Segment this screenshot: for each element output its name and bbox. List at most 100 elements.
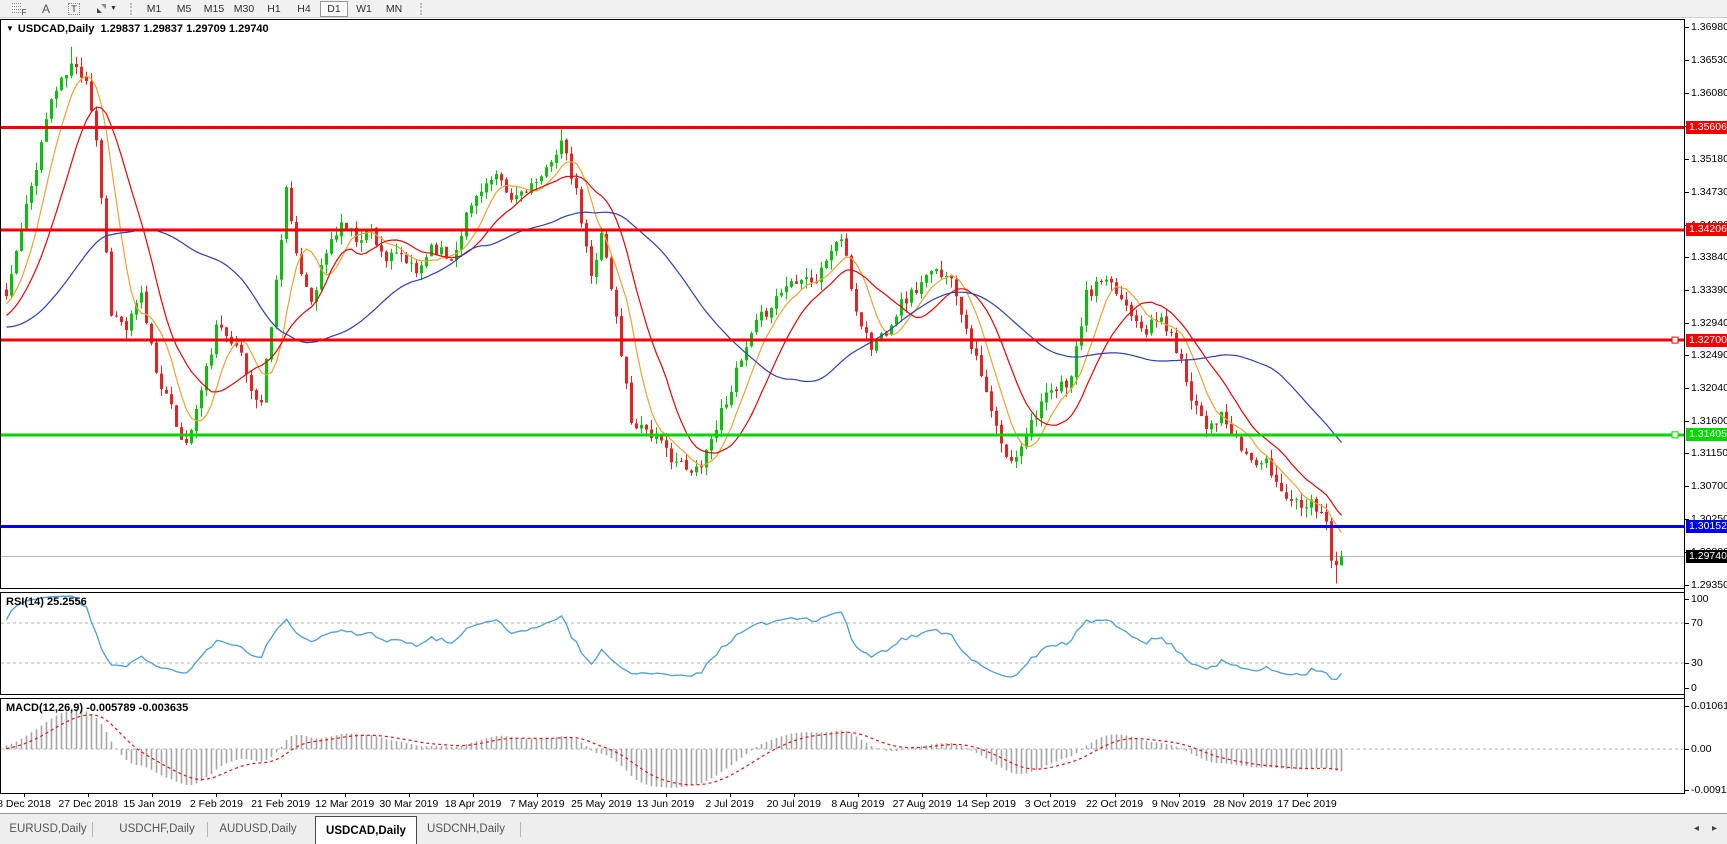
date-tick-mark: [1115, 794, 1116, 797]
timeframe-button-mn[interactable]: MN: [380, 1, 408, 17]
price-tick-mark: [1685, 159, 1689, 160]
tab-separator: [92, 822, 93, 837]
date-tick-mark: [345, 794, 346, 797]
macd-panel[interactable]: MACD(12,26,9) -0.005789 -0.003635: [0, 698, 1685, 794]
price-tick-label: 1.36530: [1691, 54, 1727, 66]
level-price-label: 1.31405: [1686, 428, 1727, 441]
date-tick-mark: [24, 794, 25, 797]
price-tick-label: 1.35180: [1691, 153, 1727, 165]
tabs-scroll-left-icon[interactable]: ◂: [1694, 823, 1699, 834]
toolbar-separator: [420, 3, 424, 15]
price-tick-mark: [1685, 290, 1689, 291]
chart-symbol: USDCAD,Daily: [18, 23, 94, 35]
price-tick-mark: [1685, 388, 1689, 389]
timeframe-button-m1[interactable]: M1: [140, 1, 168, 17]
timeframe-button-w1[interactable]: W1: [350, 1, 378, 17]
price-axis[interactable]: 1.369801.365301.360801.356301.351801.347…: [1684, 19, 1727, 794]
timeframe-button-m5[interactable]: M5: [170, 1, 198, 17]
timeframe-button-m15[interactable]: M15: [200, 1, 228, 17]
price-tick-mark: [1685, 585, 1689, 586]
price-tick-mark: [1685, 192, 1689, 193]
date-tick-mark: [730, 794, 731, 797]
arrow-objects-tool-icon[interactable]: ▼: [92, 2, 120, 16]
cursor-f-tool-icon[interactable]: F: [8, 2, 28, 16]
date-label: 8 Aug 2019: [831, 798, 884, 810]
dotted-lines-icon: F: [12, 3, 25, 14]
price-tick-mark: [1685, 93, 1689, 94]
rsi-tick-mark: [1685, 688, 1689, 689]
candlestick-canvas[interactable]: [1, 20, 1685, 588]
rsi-tick-mark: [1685, 663, 1689, 664]
price-tick-label: 1.32940: [1691, 317, 1727, 329]
macd-tick-mark: [1685, 706, 1689, 707]
chart-title: ▼USDCAD,Daily 1.29837 1.29837 1.29709 1.…: [6, 23, 269, 35]
text-label-tool-icon[interactable]: T: [64, 2, 84, 16]
tab-separator: [520, 822, 521, 837]
date-label: 25 May 2019: [571, 798, 632, 810]
rsi-tick-label: 70: [1691, 617, 1703, 629]
timeframe-button-m30[interactable]: M30: [230, 1, 258, 17]
price-tick-label: 1.30700: [1691, 480, 1727, 492]
date-tick-mark: [666, 794, 667, 797]
price-tick-label: 1.31600: [1691, 415, 1727, 427]
date-label: 17 Dec 2019: [1277, 798, 1337, 810]
date-label: 8 Dec 2018: [0, 798, 51, 810]
rsi-panel[interactable]: RSI(14) 25.2556: [0, 592, 1685, 695]
date-tick-mark: [1307, 794, 1308, 797]
date-tick-mark: [473, 794, 474, 797]
tab-separator: [207, 822, 208, 837]
price-tick-label: 1.36080: [1691, 87, 1727, 99]
level-price-label: 1.32700: [1686, 334, 1727, 347]
tab-usdcad[interactable]: USDCAD,Daily: [315, 816, 417, 844]
price-tick-mark: [1685, 257, 1689, 258]
date-label: 14 Sep 2019: [956, 798, 1016, 810]
timeframe-button-h4[interactable]: H4: [290, 1, 318, 17]
timeframe-buttons: M1M5M15M30H1H4D1W1MN: [140, 1, 410, 17]
date-label: 28 Nov 2019: [1213, 798, 1273, 810]
date-label: 27 Dec 2018: [58, 798, 118, 810]
price-tick-mark: [1685, 60, 1689, 61]
rsi-canvas[interactable]: [1, 593, 1685, 694]
price-tick-label: 1.32040: [1691, 382, 1727, 394]
date-label: 18 Apr 2019: [445, 798, 502, 810]
date-tick-mark: [1179, 794, 1180, 797]
date-tick-mark: [794, 794, 795, 797]
price-tick-label: 1.33840: [1691, 251, 1727, 263]
rsi-tick-mark: [1685, 599, 1689, 600]
tab-usdchf[interactable]: USDCHF,Daily: [119, 814, 194, 844]
price-tick-label: 1.34730: [1691, 186, 1727, 198]
date-tick-mark: [858, 794, 859, 797]
chevron-down-icon: ▼: [110, 5, 117, 12]
time-axis[interactable]: 8 Dec 201827 Dec 201815 Jan 20192 Feb 20…: [0, 794, 1727, 812]
symbol-dropdown-icon[interactable]: ▼: [6, 24, 14, 33]
text-tool-icon[interactable]: A: [36, 2, 56, 16]
mt4-window: F A T ▼ M1M5M15M30H1H4D1W1MN ▼ USDCAD,Dai…: [0, 0, 1727, 844]
rsi-label: RSI(14) 25.2556: [6, 596, 87, 608]
price-tick-label: 1.31150: [1691, 447, 1727, 459]
date-label: 27 Aug 2019: [893, 798, 952, 810]
macd-canvas[interactable]: [1, 699, 1685, 793]
tabs-scroll-right-icon[interactable]: ▸: [1712, 823, 1717, 834]
tab-eurusd[interactable]: EURUSD,Daily: [9, 814, 86, 844]
price-tick-mark: [1685, 453, 1689, 454]
date-tick-mark: [986, 794, 987, 797]
price-tick-mark: [1685, 486, 1689, 487]
price-tick-label: 1.33390: [1691, 284, 1727, 296]
tab-usdcnh[interactable]: USDCNH,Daily: [427, 814, 505, 844]
price-tick-mark: [1685, 355, 1689, 356]
date-label: 9 Nov 2019: [1152, 798, 1206, 810]
tab-audusd[interactable]: AUDUSD,Daily: [219, 814, 296, 844]
date-tick-mark: [601, 794, 602, 797]
level-price-label: 1.30152: [1686, 520, 1727, 533]
date-label: 7 May 2019: [510, 798, 565, 810]
rsi-tick-label: 100: [1691, 593, 1709, 605]
rsi-tick-mark: [1685, 623, 1689, 624]
price-chart-panel[interactable]: ▼USDCAD,Daily 1.29837 1.29837 1.29709 1.…: [0, 19, 1685, 589]
price-tick-label: 1.29350: [1691, 579, 1727, 591]
toolbar-separator: [130, 3, 134, 15]
price-tick-mark: [1685, 421, 1689, 422]
timeframe-button-h1[interactable]: H1: [260, 1, 288, 17]
timeframe-button-d1[interactable]: D1: [320, 1, 348, 17]
date-label: 3 Oct 2019: [1025, 798, 1076, 810]
diagonal-arrows-icon: [95, 2, 108, 15]
